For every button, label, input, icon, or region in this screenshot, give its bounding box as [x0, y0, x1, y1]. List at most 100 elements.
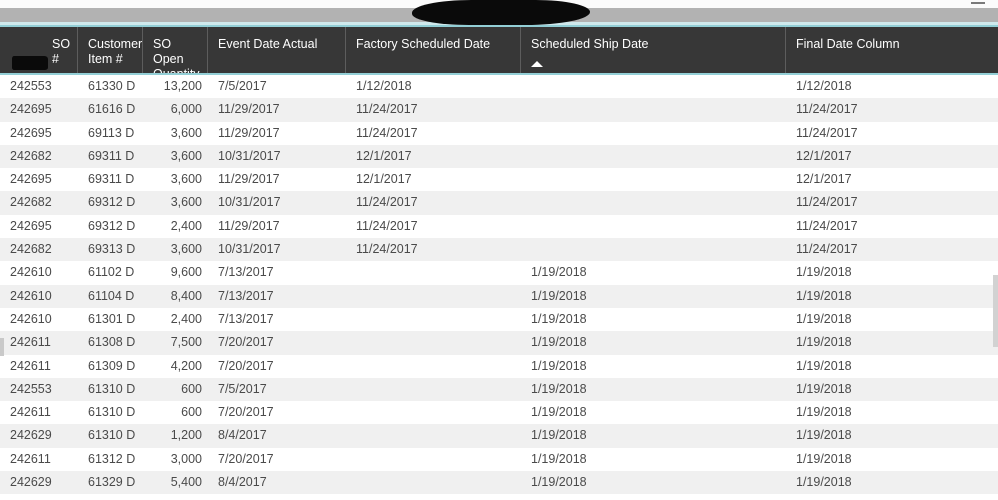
- cell-customer_item_number: 61310 D: [88, 428, 136, 443]
- minimize-icon[interactable]: [971, 2, 985, 4]
- table-row[interactable]: 242695 69113 D 3,600 11/29/2017 11/24/2017 11…: [0, 121, 998, 145]
- cell-so_number: 242682: [10, 242, 52, 257]
- cell-so_open_quantity: 2,400: [170, 218, 202, 233]
- cell-so_number: 242682: [10, 148, 52, 163]
- column-header-event-date-actual[interactable]: Event Date Actual: [208, 27, 346, 73]
- cell-scheduled_ship_date: 1/19/2018: [531, 311, 587, 326]
- table-row[interactable]: 242553 61310 D 600 7/5/2017 1/19/2018 1/19/20…: [0, 377, 998, 402]
- cell-event_date_actual: 7/20/2017: [218, 335, 274, 350]
- cell-so_number: 242695: [10, 125, 52, 140]
- table-row[interactable]: 242695 69311 D 3,600 11/29/2017 12/1/2017 12/…: [0, 168, 998, 192]
- sort-ascending-icon[interactable]: [531, 61, 543, 67]
- cell-factory_scheduled_date: 1/12/2018: [356, 79, 412, 93]
- cell-customer_item_number: 61308 D: [88, 335, 136, 350]
- cell-event_date_actual: 11/29/2017: [218, 125, 280, 140]
- cell-scheduled_ship_date: [521, 191, 786, 214]
- cell-factory_scheduled_date: [346, 471, 521, 494]
- cell-event_date_actual: 8/4/2017: [218, 475, 267, 490]
- cell-factory_scheduled_date: [346, 285, 521, 308]
- cell-customer_item_number: 61102 D: [88, 265, 135, 280]
- redaction-header-mark: [12, 56, 48, 70]
- column-header-label: Scheduled Ship Date: [531, 37, 649, 51]
- cell-event_date_actual: 7/13/2017: [218, 288, 274, 303]
- cell-event_date_actual: 7/20/2017: [218, 405, 274, 420]
- cell-factory_scheduled_date: [346, 261, 521, 284]
- cell-scheduled_ship_date: [521, 168, 786, 191]
- vertical-scrollbar-track[interactable]: [993, 25, 998, 500]
- cell-so_number: 242682: [10, 195, 52, 210]
- cell-event_date_actual: 10/31/2017: [218, 148, 281, 163]
- table-row[interactable]: 242682 69313 D 3,600 10/31/2017 11/24/2017 11…: [0, 238, 998, 262]
- table-row[interactable]: 242695 61616 D 6,000 11/29/2017 11/24/2017 11…: [0, 98, 998, 122]
- cell-so_open_quantity: 3,600: [170, 148, 202, 163]
- cell-event_date_actual: 10/31/2017: [218, 195, 281, 210]
- cell-event_date_actual: 7/5/2017: [218, 79, 267, 93]
- cell-final_date_column: 1/19/2018: [796, 335, 852, 350]
- cell-event_date_actual: 7/5/2017: [218, 381, 267, 396]
- cell-so_number: 242553: [10, 79, 52, 93]
- cell-customer_item_number: 61329 D: [88, 475, 136, 490]
- cell-so_open_quantity: 2,400: [170, 311, 202, 326]
- cell-so_open_quantity: 3,000: [170, 451, 202, 466]
- grid-header-row: SO # Customer Item # SO Open Quantity Ev…: [0, 25, 998, 75]
- cell-so_number: 242611: [10, 358, 51, 373]
- cell-factory_scheduled_date: 11/24/2017: [356, 102, 418, 117]
- cell-customer_item_number: 61616 D: [88, 102, 136, 117]
- cell-factory_scheduled_date: [346, 401, 521, 424]
- cell-final_date_column: 11/24/2017: [796, 242, 858, 257]
- cell-event_date_actual: 11/29/2017: [218, 172, 280, 187]
- table-row[interactable]: 242611 61308 D 7,500 7/20/2017 1/19/2018 1/19…: [0, 331, 998, 355]
- table-row[interactable]: 242629 61329 D 5,400 8/4/2017 1/19/2018 1/19/…: [0, 471, 998, 495]
- cell-scheduled_ship_date: 1/19/2018: [531, 358, 587, 373]
- cell-so_number: 242611: [10, 451, 51, 466]
- table-row[interactable]: 242611 61312 D 3,000 7/20/2017 1/19/2018 1/19…: [0, 447, 998, 472]
- cell-event_date_actual: 11/29/2017: [218, 102, 280, 117]
- cell-final_date_column: 11/24/2017: [796, 125, 858, 140]
- cell-so_open_quantity: 5,400: [170, 475, 202, 490]
- cell-so_open_quantity: 600: [181, 381, 202, 396]
- cell-event_date_actual: 11/29/2017: [218, 218, 280, 233]
- redaction-title-mark: [412, 0, 590, 25]
- cell-customer_item_number: 61310 D: [88, 381, 136, 396]
- cell-final_date_column: 1/12/2018: [796, 79, 852, 93]
- cell-customer_item_number: 69312 D: [88, 218, 136, 233]
- table-row[interactable]: 242682 69312 D 3,600 10/31/2017 11/24/2017 11…: [0, 191, 998, 215]
- cell-scheduled_ship_date: [521, 215, 786, 238]
- column-header-customer-item-number[interactable]: Customer Item #: [78, 27, 143, 73]
- table-row[interactable]: 242682 69311 D 3,600 10/31/2017 12/1/2017 12/…: [0, 144, 998, 169]
- cell-final_date_column: 12/1/2017: [796, 172, 852, 187]
- column-header-factory-scheduled-date[interactable]: Factory Scheduled Date: [346, 27, 521, 73]
- column-header-final-date-column[interactable]: Final Date Column: [786, 27, 998, 73]
- cell-scheduled_ship_date: [521, 122, 786, 145]
- table-row[interactable]: 242553 61330 D 13,200 7/5/2017 1/12/2018 1/12…: [0, 75, 998, 99]
- cell-so_number: 242695: [10, 102, 52, 117]
- cell-scheduled_ship_date: [521, 75, 786, 98]
- cell-scheduled_ship_date: 1/19/2018: [531, 428, 587, 443]
- cell-so_number: 242695: [10, 218, 52, 233]
- table-row[interactable]: 242610 61102 D 9,600 7/13/2017 1/19/2018 1/19…: [0, 261, 998, 285]
- cell-so_number: 242610: [10, 288, 52, 303]
- cell-so_open_quantity: 3,600: [170, 242, 202, 257]
- table-row[interactable]: 242611 61310 D 600 7/20/2017 1/19/2018 1/19/2…: [0, 401, 998, 425]
- cell-factory_scheduled_date: [346, 424, 521, 447]
- cell-so_open_quantity: 6,000: [170, 102, 202, 117]
- table-row[interactable]: 242610 61104 D 8,400 7/13/2017 1/19/2018 1/19…: [0, 284, 998, 308]
- column-header-so-open-quantity[interactable]: SO Open Quantity: [143, 27, 208, 73]
- cell-so_open_quantity: 3,600: [170, 195, 202, 210]
- cell-factory_scheduled_date: 11/24/2017: [356, 195, 418, 210]
- cell-factory_scheduled_date: 12/1/2017: [356, 172, 412, 187]
- column-header-label: SO #: [52, 37, 71, 66]
- cell-event_date_actual: 10/31/2017: [218, 242, 281, 257]
- table-row[interactable]: 242629 61310 D 1,200 8/4/2017 1/19/2018 1/19/…: [0, 424, 998, 448]
- column-header-scheduled-ship-date[interactable]: Scheduled Ship Date: [521, 27, 786, 73]
- table-row[interactable]: 242610 61301 D 2,400 7/13/2017 1/19/2018 1/19…: [0, 307, 998, 332]
- vertical-scrollbar-thumb[interactable]: [993, 275, 998, 347]
- cell-so_open_quantity: 7,500: [170, 335, 202, 350]
- data-grid: SO # Customer Item # SO Open Quantity Ev…: [0, 25, 998, 500]
- cell-scheduled_ship_date: 1/19/2018: [531, 405, 587, 420]
- table-row[interactable]: 242695 69312 D 2,400 11/29/2017 11/24/2017 11…: [0, 214, 998, 239]
- table-row[interactable]: 242611 61309 D 4,200 7/20/2017 1/19/2018 1/19…: [0, 354, 998, 378]
- left-edge-resize-handle[interactable]: [0, 338, 4, 356]
- grid-body: 242553 61330 D 13,200 7/5/2017 1/12/2018 1/12…: [0, 75, 998, 495]
- cell-event_date_actual: 7/20/2017: [218, 451, 274, 466]
